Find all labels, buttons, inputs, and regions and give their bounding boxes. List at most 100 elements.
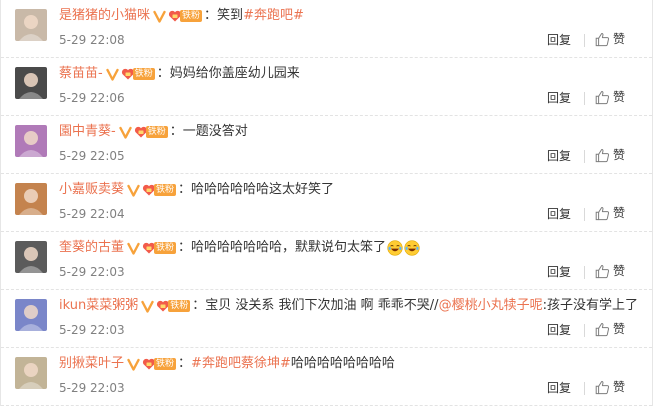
reply-button[interactable]: 回复 — [547, 91, 571, 105]
like-button[interactable]: 赞 — [595, 147, 625, 163]
like-button[interactable]: 赞 — [595, 31, 625, 47]
fan-badge-label: 铁粉 — [180, 10, 203, 22]
comment-text: 一题没答对 — [182, 124, 248, 139]
verified-v-icon — [127, 358, 140, 371]
action-divider — [584, 34, 585, 47]
username-link[interactable]: 小嘉贩卖葵 — [59, 182, 124, 198]
comment-line: 别揪菜叶子 铁粉： #奔跑吧蔡徐坤# 哈哈哈哈哈哈哈哈 — [59, 356, 395, 372]
reply-button[interactable]: 回复 — [547, 323, 571, 337]
thumbs-up-icon — [595, 322, 610, 337]
verified-v-icon — [127, 242, 140, 255]
fan-badge: 铁粉 — [156, 299, 191, 313]
username-link[interactable]: 奎葵的古董 — [59, 240, 124, 256]
thumbs-up-icon — [595, 206, 610, 221]
comment-text: 哈哈哈哈哈哈哈，默默说句太笨了 — [191, 240, 387, 255]
thumbs-up-icon — [595, 380, 610, 395]
like-button[interactable]: 赞 — [595, 205, 625, 221]
verified-v-icon — [106, 68, 119, 81]
avatar[interactable] — [15, 241, 47, 273]
comment-item: 奎葵的古董 铁粉：哈哈哈哈哈哈哈，默默说句太笨了 5-29 22:03 回复 赞 — [1, 232, 652, 290]
username-link[interactable]: 園中青葵- — [59, 124, 116, 140]
fan-badge: 铁粉 — [142, 241, 177, 255]
avatar[interactable] — [15, 183, 47, 215]
avatar[interactable] — [15, 357, 47, 389]
comment-colon: ： — [178, 240, 192, 255]
fan-badge-label: 铁粉 — [145, 126, 168, 138]
fan-badge-label: 铁粉 — [154, 184, 177, 196]
comment-colon: ： — [156, 66, 170, 81]
reply-button[interactable]: 回复 — [547, 265, 571, 279]
comment-item: 園中青葵- 铁粉：一题没答对 5-29 22:05 回复 赞 — [1, 116, 652, 174]
reply-button[interactable]: 回复 — [547, 207, 571, 221]
verified-v-icon — [153, 10, 166, 23]
action-divider — [584, 266, 585, 279]
laughing-emoji-icon — [387, 240, 403, 256]
comment-text: 笑到 — [217, 8, 244, 23]
username-link[interactable]: 蔡苗苗- — [59, 66, 103, 82]
reply-button[interactable]: 回复 — [547, 381, 571, 395]
action-divider — [584, 382, 585, 395]
like-label: 赞 — [613, 90, 626, 104]
comment-time: 5-29 22:03 — [59, 381, 125, 395]
like-label: 赞 — [613, 264, 626, 278]
comment-line: ikun菜菜粥粥 铁粉：宝贝 没关系 我们下次加油 啊 乖乖不哭//@樱桃小丸犊子… — [59, 298, 638, 314]
username-link[interactable]: ikun菜菜粥粥 — [59, 298, 138, 314]
laughing-emoji-icon — [404, 240, 420, 256]
reply-button[interactable]: 回复 — [547, 149, 571, 163]
comment-text: :孩子没有学上了 — [542, 298, 638, 313]
avatar[interactable] — [15, 125, 47, 157]
reply-button[interactable]: 回复 — [547, 33, 571, 47]
comment-item: 是猪猪的小猫咪 铁粉：笑到 #奔跑吧# 5-29 22:08 回复 赞 — [1, 0, 652, 58]
fan-badge-label: 铁粉 — [154, 242, 177, 254]
like-label: 赞 — [613, 322, 626, 336]
fan-badge: 铁粉 — [142, 183, 177, 197]
comment-text: 哈哈哈哈哈哈哈哈 — [290, 356, 395, 371]
username-link[interactable]: 是猪猪的小猫咪 — [59, 8, 150, 24]
action-divider — [584, 150, 585, 163]
comment-text: 宝贝 没关系 我们下次加油 啊 乖乖不哭// — [205, 298, 439, 313]
like-button[interactable]: 赞 — [595, 321, 625, 337]
avatar[interactable] — [15, 9, 47, 41]
fan-badge: 铁粉 — [168, 9, 203, 23]
comment-item: 别揪菜叶子 铁粉： #奔跑吧蔡徐坤# 哈哈哈哈哈哈哈哈 5-29 22:03 回复 赞 — [1, 348, 652, 406]
comment-line: 是猪猪的小猫咪 铁粉：笑到 #奔跑吧# — [59, 8, 304, 24]
fan-badge: 铁粉 — [134, 125, 168, 139]
topic-link[interactable]: #奔跑吧# — [243, 8, 304, 24]
verified-v-icon — [141, 300, 154, 313]
comment-line: 蔡苗苗- 铁粉：妈妈给你盖座幼儿园来 — [59, 66, 300, 82]
action-divider — [584, 92, 585, 105]
comment-colon: ： — [192, 298, 206, 313]
comment-colon: ： — [204, 8, 218, 23]
like-button[interactable]: 赞 — [595, 89, 625, 105]
like-label: 赞 — [613, 32, 626, 46]
comment-time: 5-29 22:08 — [59, 33, 125, 47]
comment-list: 是猪猪的小猫咪 铁粉：笑到 #奔跑吧# 5-29 22:08 回复赞蔡苗苗- 铁粉：妈妈给… — [0, 0, 653, 406]
comment-line: 園中青葵- 铁粉：一题没答对 — [59, 124, 248, 140]
fan-badge: 铁粉 — [121, 67, 155, 81]
mention-link[interactable]: @樱桃小丸犊子呢 — [439, 298, 543, 314]
like-label: 赞 — [613, 380, 626, 394]
comment-text: 哈哈哈哈哈哈这太好笑了 — [191, 182, 335, 197]
username-link[interactable]: 别揪菜叶子 — [59, 356, 124, 372]
thumbs-up-icon — [595, 32, 610, 47]
like-label: 赞 — [613, 206, 626, 220]
fan-badge-label: 铁粉 — [132, 68, 155, 80]
fan-badge: 铁粉 — [142, 357, 177, 371]
like-button[interactable]: 赞 — [595, 263, 625, 279]
avatar[interactable] — [15, 67, 47, 99]
avatar[interactable] — [15, 299, 47, 331]
comment-item: 小嘉贩卖葵 铁粉：哈哈哈哈哈哈这太好笑了 5-29 22:04 回复 赞 — [1, 174, 652, 232]
verified-v-icon — [127, 184, 140, 197]
comment-time: 5-29 22:05 — [59, 149, 125, 163]
fan-badge-label: 铁粉 — [168, 300, 191, 312]
comment-item: ikun菜菜粥粥 铁粉：宝贝 没关系 我们下次加油 啊 乖乖不哭//@樱桃小丸犊子… — [1, 290, 652, 348]
comment-time: 5-29 22:03 — [59, 323, 125, 337]
comment-time: 5-29 22:06 — [59, 91, 125, 105]
comment-line: 奎葵的古董 铁粉：哈哈哈哈哈哈哈，默默说句太笨了 — [59, 240, 420, 256]
comment-colon: ： — [178, 182, 192, 197]
like-button[interactable]: 赞 — [595, 379, 625, 395]
verified-v-icon — [119, 126, 132, 139]
topic-link[interactable]: #奔跑吧蔡徐坤# — [191, 356, 291, 372]
comment-text: 妈妈给你盖座幼儿园来 — [169, 66, 300, 81]
comment-line: 小嘉贩卖葵 铁粉：哈哈哈哈哈哈这太好笑了 — [59, 182, 334, 198]
